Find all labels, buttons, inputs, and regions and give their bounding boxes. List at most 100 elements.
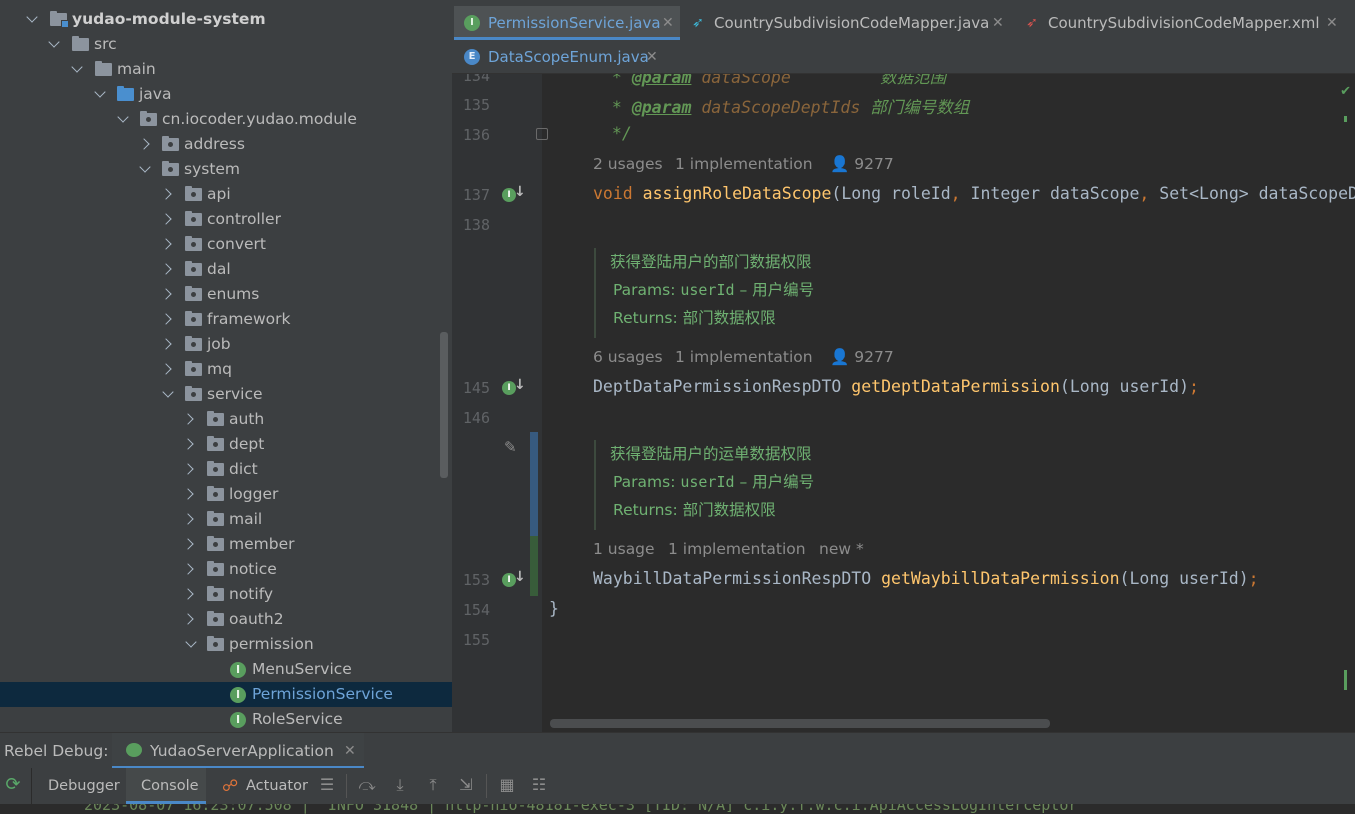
horizontal-scrollbar[interactable] <box>550 719 1050 728</box>
chevron-down-icon[interactable] <box>71 61 83 73</box>
tree-item-logger[interactable]: logger <box>0 482 452 507</box>
run-to-cursor-icon[interactable]: ⇲ <box>457 776 475 794</box>
code-editor[interactable]: 134 135 136 137 138 145 146 153 154 155 … <box>452 74 1355 732</box>
fold-marker-icon[interactable] <box>536 128 548 140</box>
tree-item-controller[interactable]: controller <box>0 207 452 232</box>
close-icon[interactable]: ✕ <box>344 733 356 769</box>
step-over-icon[interactable]: ⤼ <box>358 776 376 794</box>
chevron-right-icon[interactable] <box>160 363 172 375</box>
usages-hint[interactable]: 1 usage <box>593 540 655 558</box>
tree-item-notify[interactable]: notify <box>0 582 452 607</box>
chevron-down-icon[interactable] <box>139 161 151 173</box>
arrow-down-icon[interactable]: ↓ <box>514 184 526 200</box>
tab-console[interactable]: Console <box>126 768 206 804</box>
tree-item-framework[interactable]: framework <box>0 307 452 332</box>
arrow-down-icon[interactable]: ↓ <box>514 377 526 393</box>
console-output[interactable]: 2023-08-07 16:23:07.508 | INFO 31848 | h… <box>0 804 1355 814</box>
chevron-right-icon[interactable] <box>160 313 172 325</box>
chevron-right-icon[interactable] <box>182 438 194 450</box>
tree-item-convert[interactable]: convert <box>0 232 452 257</box>
tree-item-dal[interactable]: dal <box>0 257 452 282</box>
implementation-hint[interactable]: 1 implementation <box>668 540 806 558</box>
tree-item-enums[interactable]: enums <box>0 282 452 307</box>
tree-item-roleservice[interactable]: I RoleService <box>0 707 452 732</box>
tab-countrysubdivisioncodemapper-java[interactable]: ➶ CountrySubdivisionCodeMapper.java ✕ <box>680 6 1012 40</box>
chevron-right-icon[interactable] <box>138 138 150 150</box>
tree-item-job[interactable]: job <box>0 332 452 357</box>
chevron-down-icon[interactable] <box>162 386 174 398</box>
tree-item-auth[interactable]: auth <box>0 407 452 432</box>
author-hint[interactable]: 👤 9277 <box>830 155 894 173</box>
evaluate-icon[interactable]: ▦ <box>498 776 516 794</box>
tree-item-notice[interactable]: notice <box>0 557 452 582</box>
tree-item-member[interactable]: member <box>0 532 452 557</box>
chevron-down-icon[interactable] <box>117 111 129 123</box>
tree-item-src[interactable]: src <box>0 32 452 57</box>
tree-item-package-root[interactable]: cn.iocoder.yudao.module <box>0 107 452 132</box>
tab-countrysubdivisioncodemapper-xml[interactable]: ➶ CountrySubdivisionCodeMapper.xml ✕ <box>1014 6 1346 40</box>
chevron-right-icon[interactable] <box>182 463 194 475</box>
tree-item-permission[interactable]: permission <box>0 632 452 657</box>
check-icon[interactable]: ✔ <box>1340 84 1351 99</box>
tree-item-main[interactable]: main <box>0 57 452 82</box>
author-hint[interactable]: new * <box>819 540 864 558</box>
chevron-right-icon[interactable] <box>160 213 172 225</box>
pencil-icon[interactable]: ✎ <box>504 438 517 456</box>
chevron-down-icon[interactable] <box>94 86 106 98</box>
tree-item-mq[interactable]: mq <box>0 357 452 382</box>
tab-yudaoserverapplication[interactable]: YudaoServerApplication ✕ <box>112 733 364 769</box>
tab-debugger[interactable]: Debugger <box>36 768 132 804</box>
chevron-right-icon[interactable] <box>182 538 194 550</box>
close-icon[interactable]: ✕ <box>1326 6 1338 40</box>
tree-item-mail[interactable]: mail <box>0 507 452 532</box>
chevron-right-icon[interactable] <box>182 613 194 625</box>
tree-item-java[interactable]: java <box>0 82 452 107</box>
chevron-right-icon[interactable] <box>160 238 172 250</box>
menu-icon[interactable]: ☰ <box>318 776 336 794</box>
usages-hint[interactable]: 2 usages <box>593 155 663 173</box>
trace-icon[interactable]: ☷ <box>530 776 548 794</box>
implementation-hint[interactable]: 1 implementation <box>675 155 813 173</box>
tree-item-system[interactable]: system <box>0 157 452 182</box>
chevron-down-icon[interactable] <box>185 636 197 648</box>
chevron-right-icon[interactable] <box>160 188 172 200</box>
tree-item-oauth2[interactable]: oauth2 <box>0 607 452 632</box>
tree-item-address[interactable]: address <box>0 132 452 157</box>
tree-scrollbar[interactable] <box>440 332 448 478</box>
tree-item-yudao-module-system[interactable]: yudao-module-system <box>0 7 452 32</box>
chevron-down-icon[interactable] <box>26 11 38 23</box>
tree-item-dept[interactable]: dept <box>0 432 452 457</box>
chevron-right-icon[interactable] <box>182 563 194 575</box>
chevron-right-icon[interactable] <box>182 513 194 525</box>
tab-actuator[interactable]: ☍ Actuator <box>218 768 308 804</box>
project-tree[interactable]: yudao-module-system src main java cn.ioc… <box>0 0 452 732</box>
step-into-icon[interactable]: ⤓ <box>391 776 409 794</box>
chevron-right-icon[interactable] <box>182 488 194 500</box>
chevron-right-icon[interactable] <box>160 263 172 275</box>
chevron-right-icon[interactable] <box>182 413 194 425</box>
change-stripe[interactable] <box>1344 670 1347 690</box>
change-marker[interactable] <box>530 536 538 596</box>
tree-item-dict[interactable]: dict <box>0 457 452 482</box>
change-stripe[interactable] <box>1344 116 1347 122</box>
close-icon[interactable]: ✕ <box>662 6 674 40</box>
rerun-icon[interactable]: ⟳ <box>4 776 22 794</box>
tree-item-service[interactable]: service <box>0 382 452 407</box>
usages-hint[interactable]: 6 usages <box>593 348 663 366</box>
tab-permissionservice[interactable]: I PermissionService.java ✕ <box>454 6 680 40</box>
tree-item-menuservice[interactable]: I MenuService <box>0 657 452 682</box>
step-out-icon[interactable]: ⤒ <box>424 776 442 794</box>
chevron-down-icon[interactable] <box>48 36 60 48</box>
implementation-hint[interactable]: 1 implementation <box>675 348 813 366</box>
tab-datascopeenum[interactable]: E DataScopeEnum.java ✕ <box>454 40 664 74</box>
author-hint[interactable]: 👤 9277 <box>830 348 894 366</box>
chevron-right-icon[interactable] <box>160 338 172 350</box>
chevron-right-icon[interactable] <box>160 288 172 300</box>
chevron-right-icon[interactable] <box>182 588 194 600</box>
tree-item-api[interactable]: api <box>0 182 452 207</box>
tree-item-permissionservice[interactable]: I PermissionService <box>0 682 452 707</box>
close-icon[interactable]: ✕ <box>992 6 1004 40</box>
close-icon[interactable]: ✕ <box>646 40 658 74</box>
arrow-down-icon[interactable]: ↓ <box>514 569 526 585</box>
change-marker[interactable] <box>530 432 538 536</box>
